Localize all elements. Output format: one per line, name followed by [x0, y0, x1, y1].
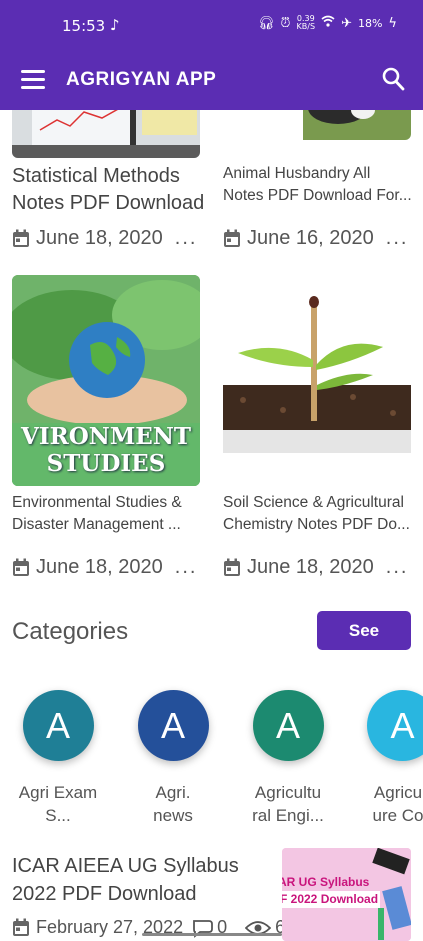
category-name: Agricu ure Co	[372, 783, 423, 825]
category-avatar: A	[22, 690, 94, 761]
post-title[interactable]: Environmental Studies & Disaster Managem…	[12, 492, 207, 536]
calendar-icon	[224, 558, 240, 576]
airplane-icon: ✈︎	[341, 15, 352, 31]
thumb-caption: AR UG Syllabus F 2022 Download	[282, 874, 398, 908]
post-date-row: June 18, 2020 ...	[12, 227, 197, 250]
post-thumbnail[interactable]	[12, 110, 200, 158]
home-indicator[interactable]	[142, 933, 282, 936]
thumb-caption-line: STUDIES	[46, 450, 166, 477]
status-icons: 🎧︎ ⏰︎ 0.39 KB/S ✈︎ 18% ϟ	[258, 15, 397, 31]
battery-charging-icon: ϟ	[388, 15, 397, 31]
category-avatar: A	[252, 690, 324, 761]
more-options[interactable]: ...	[386, 227, 409, 250]
category-item[interactable]: A Agricu ure Co	[353, 690, 423, 827]
wifi-icon	[321, 15, 335, 31]
see-all-button[interactable]: See	[317, 611, 411, 650]
thumb-caption: VIRONMENT STUDIES	[12, 423, 200, 477]
post-thumbnail[interactable]	[223, 110, 411, 140]
category-item[interactable]: A Agricultu ral Engi...	[238, 690, 338, 827]
post-date: June 18, 2020	[36, 227, 163, 249]
more-options[interactable]: ...	[386, 556, 409, 579]
post-title[interactable]: Statistical Methods Notes PDF Download	[12, 163, 207, 217]
categories-heading: Categories	[12, 618, 129, 645]
post-thumbnail[interactable]	[223, 275, 411, 486]
category-item[interactable]: A Agri Exam S...	[8, 690, 108, 827]
thumb-caption-line: VIRONMENT	[21, 423, 191, 450]
post-thumbnail[interactable]: VIRONMENT STUDIES	[12, 275, 200, 486]
status-time: 15:53	[62, 17, 106, 35]
more-options[interactable]: ...	[175, 556, 198, 579]
alarm-icon: ⏰︎	[280, 15, 291, 31]
more-options[interactable]: ...	[175, 227, 198, 250]
headphones-icon: 🎧︎	[257, 15, 275, 31]
calendar-icon	[13, 558, 29, 576]
app-title: AGRIGYAN APP	[66, 69, 217, 90]
post-date-row: June 18, 2020 ...	[223, 556, 408, 579]
latest-post-thumbnail[interactable]: AR UG Syllabus F 2022 Download	[282, 848, 411, 941]
category-name: Agri Exam S...	[18, 783, 98, 825]
post-date-row: June 18, 2020 ...	[12, 556, 197, 579]
category-avatar: A	[137, 690, 209, 761]
post-date: June 18, 2020	[36, 556, 163, 578]
post-date: June 16, 2020	[247, 227, 374, 249]
post-date: June 18, 2020	[247, 556, 374, 578]
category-avatar: A	[367, 690, 423, 761]
net-speed-unit: KB/S	[296, 22, 316, 31]
thumb-caption-line: F 2022 Download	[282, 891, 381, 908]
net-speed: 0.39 KB/S	[297, 15, 316, 31]
post-title[interactable]: Soil Science & Agricultural Chemistry No…	[223, 492, 418, 536]
latest-post-title[interactable]: ICAR AIEEA UG Syllabus 2022 PDF Download	[12, 852, 272, 908]
category-item[interactable]: A Agri. news	[123, 690, 223, 827]
post-date-row: June 16, 2020 ...	[223, 227, 408, 250]
post-title[interactable]: Animal Husbandry All Notes PDF Download …	[223, 163, 413, 207]
calendar-icon	[13, 918, 29, 936]
calendar-icon	[13, 229, 29, 247]
status-bar: 15:53 ♪ 🎧︎ ⏰︎ 0.39 KB/S ✈︎ 18% ϟ	[0, 0, 423, 52]
hamburger-menu-icon[interactable]	[21, 70, 45, 90]
feed-content: Statistical Methods Notes PDF Download J…	[0, 110, 423, 941]
category-name: Agri. news	[153, 783, 193, 825]
search-icon[interactable]	[381, 66, 405, 92]
calendar-icon	[224, 229, 240, 247]
thumb-caption-line: AR UG Syllabus	[282, 875, 370, 889]
app-bar: AGRIGYAN APP	[0, 52, 423, 110]
category-name: Agricultu ral Engi...	[252, 783, 324, 825]
music-note-icon: ♪	[110, 16, 120, 34]
battery-level: 18%	[357, 16, 383, 30]
